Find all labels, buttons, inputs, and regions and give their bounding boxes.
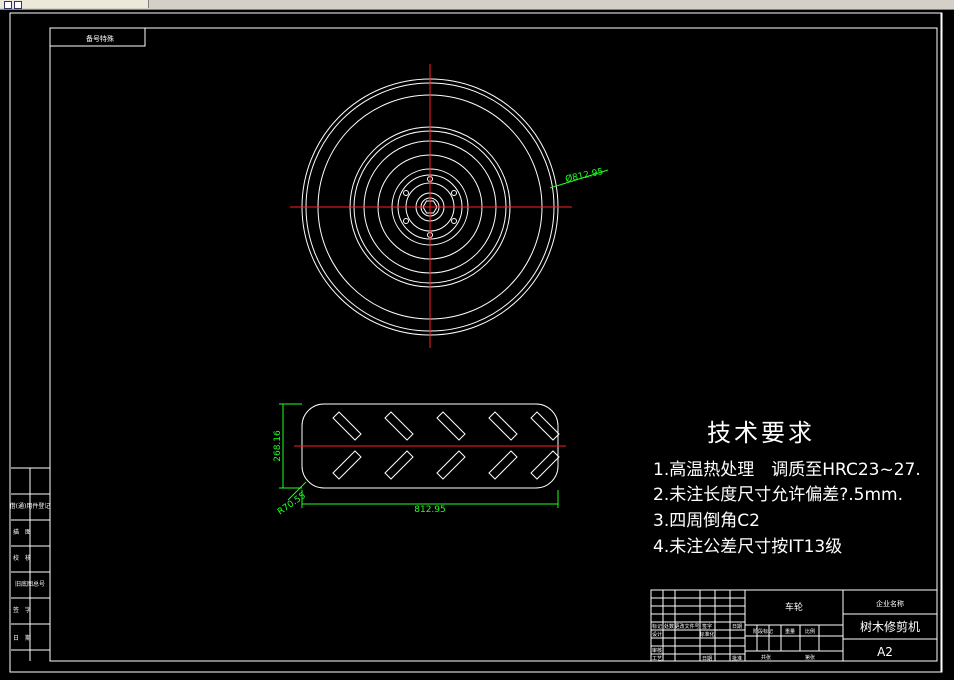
- tb-label: 工艺: [652, 656, 662, 662]
- tread-chevron: [436, 450, 466, 480]
- product-name: 树木修剪机: [860, 619, 920, 634]
- tread-chevron: [436, 411, 466, 441]
- tread-chevron: [332, 450, 362, 480]
- tb-label: 共张: [761, 654, 771, 661]
- paper-outer-border: [9, 12, 943, 673]
- tread-chevron: [384, 450, 414, 480]
- tb-label: 更改文件号: [674, 623, 699, 630]
- doc-icon: [4, 1, 12, 9]
- tb-label: 标记: [652, 623, 662, 630]
- technical-requirements: 技术要求 1.高温热处理 调质至HRC23~27. 2.未注长度尺寸允许偏差?.…: [653, 419, 921, 557]
- tread-chevron: [530, 450, 560, 480]
- company-label: 企业名称: [876, 599, 904, 608]
- tech-item: 1.高温热处理 调质至HRC23~27.: [653, 460, 921, 480]
- tb-label: 审核: [652, 647, 662, 654]
- tech-item: 3.四周倒角C2: [653, 511, 760, 531]
- tech-item: 2.未注长度尺寸允许偏差?.5mm.: [653, 485, 903, 505]
- left-strip: 借(通)用件登记 描 图 校 核 旧底图总号 签 字 日 期: [10, 467, 51, 661]
- strip-label: 旧底图总号: [15, 580, 45, 588]
- strip-label: 日 期: [13, 634, 31, 642]
- wheel-front-view[interactable]: Ø812.95: [290, 64, 609, 348]
- tread-chevron: [488, 450, 518, 480]
- tread-chevron: [530, 411, 560, 441]
- tb-label: 日期: [732, 624, 742, 630]
- tb-label: 标准化: [699, 631, 714, 638]
- dimension-width: 812.95: [414, 505, 446, 515]
- tb-label: 批准: [732, 655, 742, 662]
- strip-label: 签 字: [13, 606, 31, 614]
- stamp-box: 备号特殊: [49, 27, 146, 47]
- tb-label: 处数: [664, 623, 674, 630]
- tb-label: 阶段标记: [753, 628, 773, 635]
- cad-drawing-canvas[interactable]: 备号特殊 借(通)用件登记 描 图 校 核 旧底图总号 签 字 日 期 Ø812…: [0, 9, 954, 680]
- tech-title: 技术要求: [707, 419, 815, 447]
- tread-chevron: [332, 411, 362, 441]
- wheel-side-view[interactable]: 268.16 812.95 R70.55: [273, 403, 566, 517]
- doc-icon: [14, 1, 22, 9]
- part-name-label: 车轮: [785, 601, 803, 613]
- tb-label: 日期: [702, 656, 712, 662]
- drawing-frame: [49, 27, 938, 662]
- dimension-height: 268.16: [273, 430, 283, 462]
- tread-chevron: [488, 411, 518, 441]
- strip-label: 校 核: [13, 554, 31, 562]
- file-tab[interactable]: [0, 0, 149, 9]
- dimension-diameter: Ø812.95: [564, 166, 604, 185]
- tb-label: 签字: [702, 623, 712, 630]
- tread-chevron: [384, 411, 414, 441]
- tech-item: 4.未注公差尺寸按IT13级: [653, 537, 842, 557]
- tb-label: 第张: [805, 654, 815, 661]
- sheet-size: A2: [877, 645, 893, 659]
- tb-label: 重量: [785, 628, 795, 635]
- strip-label: 描 图: [13, 528, 31, 536]
- stamp-box-text: 备号特殊: [86, 34, 114, 43]
- tb-label: 设计: [652, 631, 662, 638]
- strip-label: 借(通)用件登记: [10, 502, 51, 510]
- tb-label: 比例: [805, 628, 815, 635]
